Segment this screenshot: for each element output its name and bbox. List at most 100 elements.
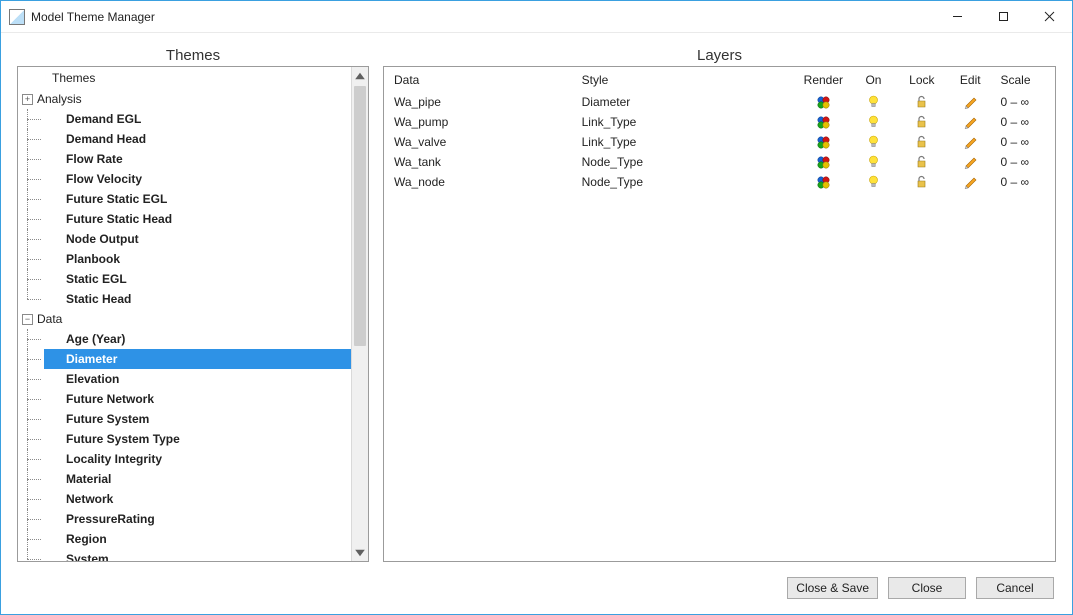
- lock-open-icon[interactable]: [898, 92, 946, 112]
- tree-item[interactable]: Material: [18, 469, 351, 489]
- close-button[interactable]: Close: [888, 577, 966, 599]
- bulb-on-icon[interactable]: [849, 172, 897, 192]
- bulb-on-icon[interactable]: [849, 112, 897, 132]
- tree-item[interactable]: Diameter: [18, 349, 351, 369]
- pencil-edit-icon[interactable]: [946, 112, 994, 132]
- layer-scale-cell: 0 – ∞: [994, 132, 1055, 152]
- tree-item-label: Demand EGL: [44, 109, 351, 129]
- render-icon[interactable]: [797, 112, 849, 132]
- tree-item[interactable]: Static Head: [18, 289, 351, 309]
- tree-branch-icon: [18, 149, 44, 169]
- bulb-on-icon[interactable]: [849, 92, 897, 112]
- tree-branch-icon: [18, 529, 44, 549]
- layer-scale-cell: 0 – ∞: [994, 172, 1055, 192]
- col-header-edit[interactable]: Edit: [946, 67, 994, 92]
- col-header-render[interactable]: Render: [797, 67, 849, 92]
- layer-style-cell: Node_Type: [576, 172, 798, 192]
- scroll-thumb[interactable]: [354, 86, 366, 346]
- tree-item[interactable]: Future System Type: [18, 429, 351, 449]
- tree-item[interactable]: Demand Head: [18, 129, 351, 149]
- tree-item-label: Region: [44, 529, 351, 549]
- lock-open-icon[interactable]: [898, 172, 946, 192]
- tree-item[interactable]: Region: [18, 529, 351, 549]
- model-theme-manager-window: Model Theme Manager Themes Themes+Analys…: [0, 0, 1073, 615]
- render-icon[interactable]: [797, 152, 849, 172]
- tree-branch-icon: [18, 329, 44, 349]
- tree-item-label: Future Static Head: [44, 209, 351, 229]
- tree-item[interactable]: System: [18, 549, 351, 561]
- scroll-up-icon[interactable]: [352, 67, 368, 84]
- layer-row[interactable]: Wa_valveLink_Type0 – ∞: [384, 132, 1055, 152]
- tree-item[interactable]: Planbook: [18, 249, 351, 269]
- tree-item-label: System: [44, 549, 351, 561]
- scroll-track[interactable]: [352, 84, 368, 544]
- tree-item[interactable]: Future System: [18, 409, 351, 429]
- themes-tree[interactable]: Themes+AnalysisDemand EGLDemand HeadFlow…: [18, 67, 351, 561]
- layer-data-cell: Wa_pipe: [384, 92, 576, 112]
- tree-item[interactable]: Future Network: [18, 389, 351, 409]
- minimize-button[interactable]: [934, 1, 980, 33]
- tree-group[interactable]: + Analysis: [18, 89, 351, 109]
- cancel-button[interactable]: Cancel: [976, 577, 1054, 599]
- tree-item[interactable]: Future Static Head: [18, 209, 351, 229]
- tree-item[interactable]: Future Static EGL: [18, 189, 351, 209]
- window-title: Model Theme Manager: [31, 10, 155, 24]
- lock-open-icon[interactable]: [898, 112, 946, 132]
- pencil-edit-icon[interactable]: [946, 172, 994, 192]
- col-header-lock[interactable]: Lock: [898, 67, 946, 92]
- bulb-on-icon[interactable]: [849, 132, 897, 152]
- scroll-down-icon[interactable]: [352, 544, 368, 561]
- tree-item[interactable]: Demand EGL: [18, 109, 351, 129]
- tree-item[interactable]: Network: [18, 489, 351, 509]
- titlebar: Model Theme Manager: [1, 1, 1072, 33]
- layer-row[interactable]: Wa_pipeDiameter0 – ∞: [384, 92, 1055, 112]
- layer-row[interactable]: Wa_pumpLink_Type0 – ∞: [384, 112, 1055, 132]
- tree-branch-icon: [18, 189, 44, 209]
- tree-item-label: Planbook: [44, 249, 351, 269]
- col-header-on[interactable]: On: [849, 67, 897, 92]
- app-icon: [9, 9, 25, 25]
- tree-item[interactable]: Flow Velocity: [18, 169, 351, 189]
- close-window-button[interactable]: [1026, 1, 1072, 33]
- tree-group-label: Analysis: [37, 92, 82, 106]
- tree-item-label: PressureRating: [44, 509, 351, 529]
- render-icon[interactable]: [797, 92, 849, 112]
- close-save-button[interactable]: Close & Save: [787, 577, 878, 599]
- render-icon[interactable]: [797, 132, 849, 152]
- tree-group[interactable]: −Data: [18, 309, 351, 329]
- tree-item[interactable]: Age (Year): [18, 329, 351, 349]
- bulb-on-icon[interactable]: [849, 152, 897, 172]
- lock-open-icon[interactable]: [898, 152, 946, 172]
- pencil-edit-icon[interactable]: [946, 132, 994, 152]
- tree-item[interactable]: PressureRating: [18, 509, 351, 529]
- tree-item[interactable]: Flow Rate: [18, 149, 351, 169]
- collapse-icon[interactable]: +: [22, 94, 33, 105]
- col-header-scale[interactable]: Scale: [994, 67, 1055, 92]
- layer-row[interactable]: Wa_nodeNode_Type0 – ∞: [384, 172, 1055, 192]
- tree-item[interactable]: Elevation: [18, 369, 351, 389]
- tree-branch-icon: [18, 469, 44, 489]
- lock-open-icon[interactable]: [898, 132, 946, 152]
- pencil-edit-icon[interactable]: [946, 152, 994, 172]
- tree-item[interactable]: Locality Integrity: [18, 449, 351, 469]
- pencil-edit-icon[interactable]: [946, 92, 994, 112]
- tree-item-label: Material: [44, 469, 351, 489]
- collapse-icon[interactable]: −: [22, 314, 33, 325]
- col-header-style[interactable]: Style: [576, 67, 798, 92]
- tree-item[interactable]: Node Output: [18, 229, 351, 249]
- render-icon[interactable]: [797, 172, 849, 192]
- maximize-button[interactable]: [980, 1, 1026, 33]
- themes-panel: Themes Themes+AnalysisDemand EGLDemand H…: [17, 47, 369, 562]
- themes-scrollbar[interactable]: [351, 67, 368, 561]
- tree-branch-icon: [18, 209, 44, 229]
- tree-branch-icon: [18, 549, 44, 561]
- tree-branch-icon: [18, 129, 44, 149]
- col-header-data[interactable]: Data: [384, 67, 576, 92]
- layers-panel: Layers Data Style Render On Lock Edit Sc…: [383, 47, 1056, 562]
- tree-branch-icon: [18, 389, 44, 409]
- themes-panel-title: Themes: [17, 47, 369, 66]
- tree-item[interactable]: Static EGL: [18, 269, 351, 289]
- layer-row[interactable]: Wa_tankNode_Type0 – ∞: [384, 152, 1055, 172]
- tree-branch-icon: [18, 409, 44, 429]
- tree-group-label: Data: [37, 312, 62, 326]
